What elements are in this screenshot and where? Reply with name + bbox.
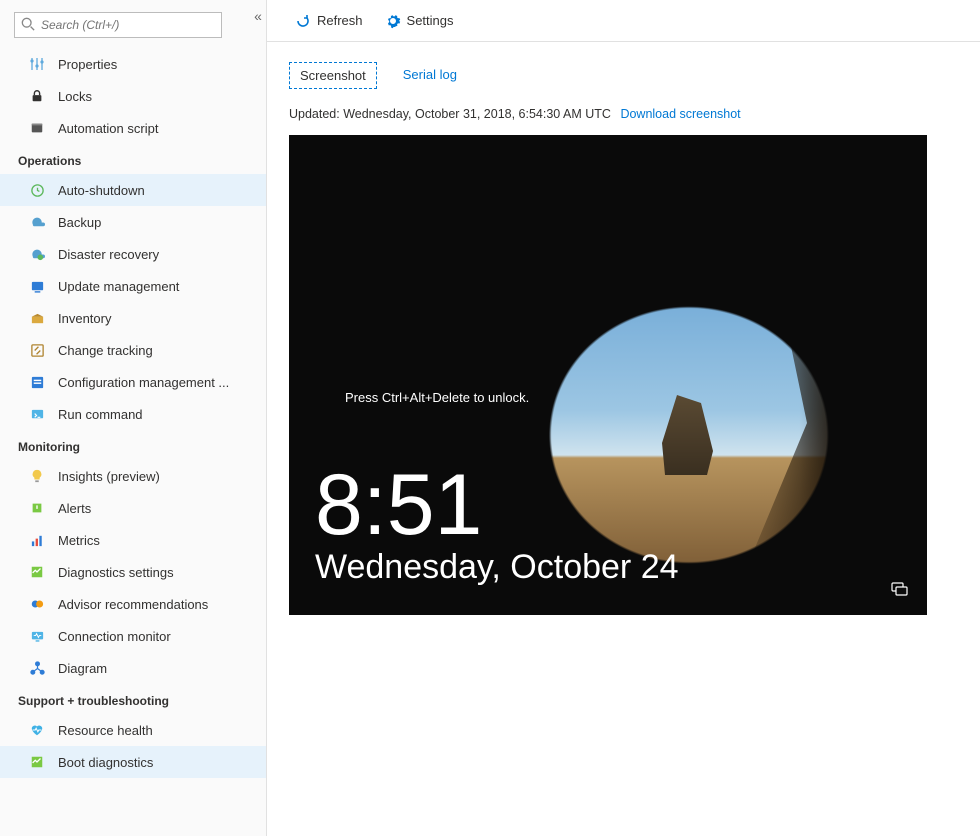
- sidebar-item-label: Alerts: [58, 501, 91, 516]
- connection-monitor-icon: [28, 627, 46, 645]
- refresh-button[interactable]: Refresh: [295, 13, 363, 29]
- sidebar-item-label: Advisor recommendations: [58, 597, 208, 612]
- diagnostics-icon: [28, 563, 46, 581]
- updated-row: Updated: Wednesday, October 31, 2018, 6:…: [289, 107, 958, 121]
- sidebar-item-label: Insights (preview): [58, 469, 160, 484]
- sidebar-item-locks[interactable]: Locks: [0, 80, 266, 112]
- diagram-icon: [28, 659, 46, 677]
- sidebar-item-configuration-management[interactable]: Configuration management ...: [0, 366, 266, 398]
- sidebar-item-label: Configuration management ...: [58, 375, 229, 390]
- search-input[interactable]: [14, 12, 222, 38]
- sidebar-item-label: Change tracking: [58, 343, 153, 358]
- lockscreen-clock: 8:51 Wednesday, October 24: [315, 467, 679, 587]
- sidebar-item-label: Automation script: [58, 121, 158, 136]
- sidebar-item-label: Properties: [58, 57, 117, 72]
- sidebar-item-change-tracking[interactable]: Change tracking: [0, 334, 266, 366]
- sidebar-item-label: Auto-shutdown: [58, 183, 145, 198]
- updated-label: Updated: Wednesday, October 31, 2018, 6:…: [289, 107, 611, 121]
- lockscreen-date: Wednesday, October 24: [315, 548, 679, 587]
- change-tracking-icon: [28, 341, 46, 359]
- metrics-icon: [28, 531, 46, 549]
- refresh-label: Refresh: [317, 13, 363, 28]
- sidebar-item-disaster-recovery[interactable]: Disaster recovery: [0, 238, 266, 270]
- sidebar-item-metrics[interactable]: Metrics: [0, 524, 266, 556]
- network-icon: [891, 581, 909, 597]
- clock-icon: [28, 181, 46, 199]
- boot-diagnostics-icon: [28, 753, 46, 771]
- tab-screenshot[interactable]: Screenshot: [289, 62, 377, 89]
- lockscreen-hint: Press Ctrl+Alt+Delete to unlock.: [345, 390, 529, 405]
- sidebar-item-label: Connection monitor: [58, 629, 171, 644]
- lockscreen-time: 8:51: [315, 467, 679, 544]
- sidebar-item-diagram[interactable]: Diagram: [0, 652, 266, 684]
- sliders-icon: [28, 55, 46, 73]
- sidebar-item-label: Boot diagnostics: [58, 755, 153, 770]
- sidebar-item-resource-health[interactable]: Resource health: [0, 714, 266, 746]
- sidebar-item-label: Diagnostics settings: [58, 565, 174, 580]
- lock-icon: [28, 87, 46, 105]
- update-icon: [28, 277, 46, 295]
- sidebar-item-advisor[interactable]: Advisor recommendations: [0, 588, 266, 620]
- section-header-monitoring: Monitoring: [0, 430, 266, 460]
- script-icon: [28, 119, 46, 137]
- backup-icon: [28, 213, 46, 231]
- sidebar: « Properties Locks Automation script Ope…: [0, 0, 267, 836]
- sidebar-item-label: Locks: [58, 89, 92, 104]
- sidebar-item-label: Resource health: [58, 723, 153, 738]
- tab-serial-log[interactable]: Serial log: [393, 62, 467, 89]
- sidebar-item-properties[interactable]: Properties: [0, 48, 266, 80]
- advisor-icon: [28, 595, 46, 613]
- sidebar-item-alerts[interactable]: Alerts: [0, 492, 266, 524]
- sidebar-item-automation-script[interactable]: Automation script: [0, 112, 266, 144]
- sidebar-item-auto-shutdown[interactable]: Auto-shutdown: [0, 174, 266, 206]
- settings-button[interactable]: Settings: [385, 13, 454, 29]
- run-command-icon: [28, 405, 46, 423]
- config-icon: [28, 373, 46, 391]
- sidebar-item-label: Disaster recovery: [58, 247, 159, 262]
- sidebar-item-backup[interactable]: Backup: [0, 206, 266, 238]
- toolbar: Refresh Settings: [267, 0, 980, 42]
- settings-label: Settings: [407, 13, 454, 28]
- sidebar-item-label: Metrics: [58, 533, 100, 548]
- screenshot-preview: Press Ctrl+Alt+Delete to unlock. 8:51 We…: [289, 135, 927, 615]
- sidebar-item-label: Update management: [58, 279, 179, 294]
- disaster-recovery-icon: [28, 245, 46, 263]
- sidebar-item-diagnostics-settings[interactable]: Diagnostics settings: [0, 556, 266, 588]
- resource-health-icon: [28, 721, 46, 739]
- sidebar-item-insights[interactable]: Insights (preview): [0, 460, 266, 492]
- sidebar-item-connection-monitor[interactable]: Connection monitor: [0, 620, 266, 652]
- search-container: [14, 12, 252, 38]
- inventory-icon: [28, 309, 46, 327]
- alerts-icon: [28, 499, 46, 517]
- content-area: Screenshot Serial log Updated: Wednesday…: [267, 42, 980, 836]
- sidebar-item-boot-diagnostics[interactable]: Boot diagnostics: [0, 746, 266, 778]
- sidebar-item-inventory[interactable]: Inventory: [0, 302, 266, 334]
- section-header-support: Support + troubleshooting: [0, 684, 266, 714]
- insights-icon: [28, 467, 46, 485]
- section-header-operations: Operations: [0, 144, 266, 174]
- download-screenshot-link[interactable]: Download screenshot: [620, 107, 740, 121]
- sidebar-item-label: Backup: [58, 215, 101, 230]
- refresh-icon: [295, 13, 311, 29]
- main-content: Refresh Settings Screenshot Serial log U…: [267, 0, 980, 836]
- gear-icon: [385, 13, 401, 29]
- sidebar-item-run-command[interactable]: Run command: [0, 398, 266, 430]
- sidebar-item-label: Diagram: [58, 661, 107, 676]
- sidebar-scroll[interactable]: Properties Locks Automation script Opera…: [0, 0, 266, 836]
- tabs: Screenshot Serial log: [289, 62, 958, 89]
- search-icon: [21, 17, 35, 31]
- sidebar-item-label: Run command: [58, 407, 143, 422]
- sidebar-item-label: Inventory: [58, 311, 111, 326]
- sidebar-item-update-management[interactable]: Update management: [0, 270, 266, 302]
